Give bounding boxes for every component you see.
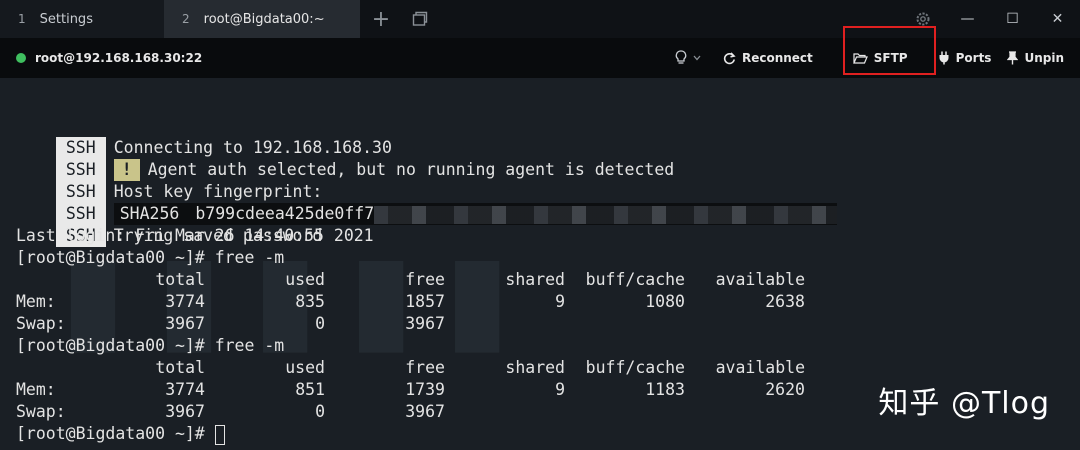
tab-label: root@Bigdata00:~ — [203, 11, 325, 27]
cell-shared: 9 — [555, 292, 565, 311]
cell-used: 835 — [295, 292, 325, 311]
tab-terminal-session[interactable]: 2 root@Bigdata00:~ — [164, 0, 360, 38]
cell-free: 1857 — [405, 292, 445, 311]
chevron-down-icon — [693, 55, 701, 61]
cell-used: 0 — [315, 314, 325, 333]
terminal-output[interactable]: ▮▮▮▮▮ SSH Connecting to 192.168.168.30 SS… — [0, 78, 1080, 450]
cell-total: 3774 — [165, 380, 205, 399]
maximize-button[interactable]: ☐ — [990, 0, 1035, 38]
reconnect-button[interactable]: Reconnect — [715, 51, 821, 65]
terminal-line: SSH! Agent auth selected, but no running … — [16, 137, 674, 181]
close-icon: ✕ — [1051, 11, 1064, 27]
col-header-buff-cache: buff/cache — [585, 270, 685, 289]
col-header-used: used — [285, 270, 325, 289]
session-toolbar: root@192.168.168.30:22 Reconnect SFTP Po… — [0, 38, 1080, 78]
duplicate-icon — [412, 11, 428, 26]
row-label: Swap: — [16, 314, 66, 333]
redacted-fingerprint — [374, 205, 838, 224]
command-line: [root@Bigdata00 ~]# free -m — [16, 335, 284, 357]
tab-settings[interactable]: 1 Settings — [0, 0, 164, 38]
ports-label: Ports — [955, 51, 992, 65]
minimize-button[interactable]: — — [945, 0, 990, 38]
shell-prompt: [root@Bigdata00 ~]# — [16, 424, 215, 443]
cell-total: 3774 — [165, 292, 205, 311]
ports-button[interactable]: Ports — [930, 51, 1000, 65]
command-text: free -m — [214, 336, 285, 355]
tab-bar-spacer — [438, 0, 900, 38]
minimize-icon: — — [960, 11, 975, 27]
terminal-line: SSH Trying saved password — [16, 203, 322, 247]
row-label: Mem: — [16, 292, 56, 311]
tab-label: Settings — [39, 11, 93, 27]
close-button[interactable]: ✕ — [1035, 0, 1080, 38]
connection-status: root@192.168.168.30:22 — [0, 51, 202, 65]
col-header-total: total — [155, 358, 205, 377]
cell-buff-cache: 1080 — [645, 292, 685, 311]
cell-buff-cache: 1183 — [645, 380, 685, 399]
terminal-line: SSH Host key fingerprint: — [16, 159, 322, 203]
command-text: free -m — [214, 248, 285, 267]
plus-icon: + — [371, 6, 391, 32]
col-header-shared: shared — [505, 270, 565, 289]
col-header-free: free — [405, 270, 445, 289]
plug-icon — [939, 51, 949, 65]
settings-gear-button[interactable] — [900, 0, 945, 38]
pin-icon — [1007, 51, 1019, 65]
command-line: [root@Bigdata00 ~]# free -m — [16, 247, 284, 269]
sftp-button[interactable]: SFTP — [845, 51, 916, 65]
cell-total: 3967 — [165, 314, 205, 333]
col-header-total: total — [155, 270, 205, 289]
cell-free: 3967 — [405, 314, 445, 333]
col-header-available: available — [715, 358, 805, 377]
unpin-label: Unpin — [1024, 51, 1064, 65]
tab-number: 2 — [182, 12, 190, 26]
hints-dropdown[interactable] — [675, 50, 701, 66]
cell-total: 3967 — [165, 402, 205, 421]
reconnect-label: Reconnect — [741, 51, 813, 65]
duplicate-tab-button[interactable] — [402, 0, 438, 38]
row-label: Mem: — [16, 380, 56, 399]
row-label: Swap: — [16, 402, 66, 421]
lightbulb-icon — [675, 50, 687, 64]
sftp-label: SFTP — [873, 51, 908, 65]
folder-open-icon — [852, 53, 868, 64]
cell-used: 851 — [295, 380, 325, 399]
terminal-line: SSH Connecting to 192.168.168.30 — [16, 115, 392, 159]
shell-prompt: [root@Bigdata00 ~]# — [16, 248, 215, 267]
tab-bar: 1 Settings 2 root@Bigdata00:~ + — ☐ ✕ — [0, 0, 1080, 38]
status-dot-icon — [16, 53, 26, 63]
cell-free: 3967 — [405, 402, 445, 421]
terminal-cursor — [214, 424, 225, 445]
shell-prompt: [root@Bigdata00 ~]# — [16, 336, 215, 355]
col-header-free: free — [405, 358, 445, 377]
terminal-line: SSH SHA256 b799cdeea425de0ff7 — [16, 181, 838, 225]
gear-icon — [916, 12, 929, 26]
cell-shared: 9 — [555, 380, 565, 399]
command-line: [root@Bigdata00 ~]# — [16, 423, 225, 445]
zhihu-watermark: 知乎 @Tlog — [878, 386, 1050, 421]
maximize-icon: ☐ — [1006, 11, 1019, 27]
unpin-button[interactable]: Unpin — [999, 51, 1072, 65]
cell-used: 0 — [315, 402, 325, 421]
col-header-used: used — [285, 358, 325, 377]
col-header-shared: shared — [505, 358, 565, 377]
last-login-line: Last login: Fri Mar 26 14:40:55 2021 — [16, 226, 374, 245]
reconnect-icon — [723, 51, 736, 64]
cell-free: 1739 — [405, 380, 445, 399]
col-header-available: available — [715, 270, 805, 289]
new-tab-button[interactable]: + — [360, 0, 402, 38]
col-header-buff-cache: buff/cache — [585, 358, 685, 377]
tab-number: 1 — [18, 12, 26, 26]
cell-available: 2638 — [765, 292, 805, 311]
cell-available: 2620 — [765, 380, 805, 399]
host-label: root@192.168.168.30:22 — [35, 51, 203, 65]
